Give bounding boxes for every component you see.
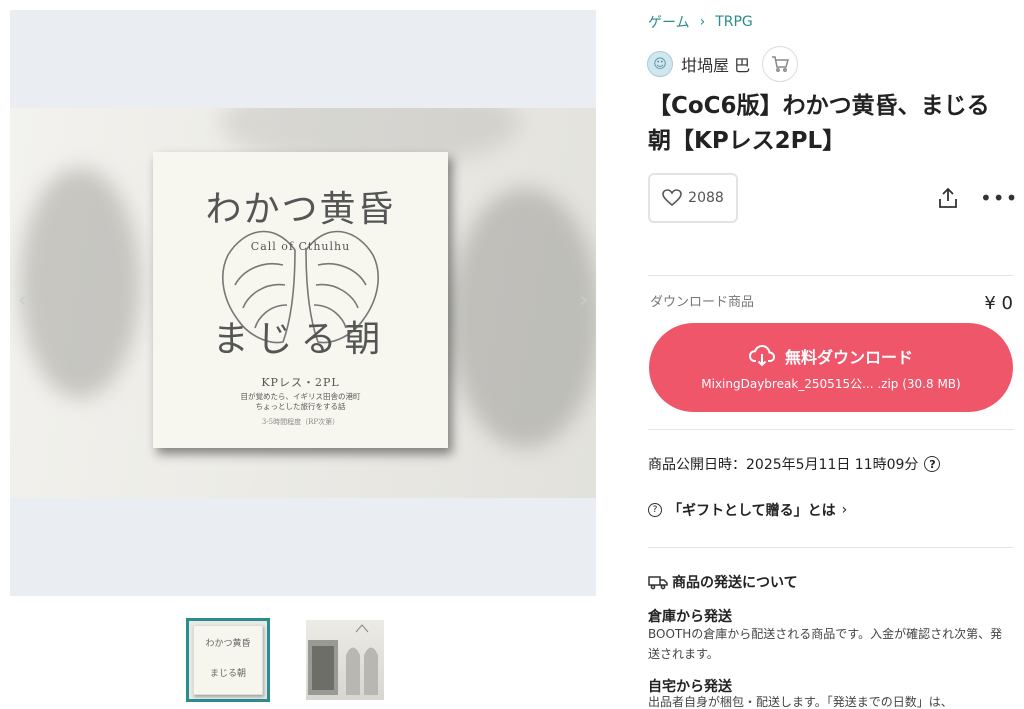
breadcrumb-separator-icon: ›	[699, 14, 706, 30]
gift-info-link[interactable]: ? 「ギフトとして贈る」とは ›	[648, 500, 847, 520]
cover-time-line: 3-5時間程度（RP次第）	[261, 418, 340, 426]
price: ¥ 0	[984, 293, 1013, 314]
like-button[interactable]: 2088	[648, 173, 738, 223]
cover-card: わかつ黄昏 Call of Cthulhu まじる朝 KPレス・2PL 目が覚め…	[153, 152, 448, 448]
cover-description: 目が覚めたら、イギリス田舎の港町 ちょっとした旅行をする話	[153, 392, 448, 412]
truck-icon	[648, 576, 668, 590]
like-count: 2088	[688, 190, 724, 206]
shipping-heading: 商品の発送について	[648, 572, 798, 592]
cover-desc-line: 目が覚めたら、イギリス田舎の港町	[240, 392, 361, 401]
thumbnail-title-top: わかつ黄昏	[205, 639, 251, 649]
publish-date: 商品公開日時：2025年5月11日 11時09分 ?	[648, 454, 941, 474]
cover-kp-line: KPレス・2PL	[261, 376, 340, 389]
home-text: 出品者自身が梱包・配送します。「発送までの日数」は、	[648, 695, 953, 709]
warehouse-title: 倉庫から発送	[648, 609, 732, 625]
thumbnail-2[interactable]	[306, 620, 384, 700]
shipping-heading-text: 商品の発送について	[672, 575, 798, 591]
chevron-right-icon: ›	[841, 502, 848, 518]
shop-name[interactable]: 坩堝屋 巴	[681, 52, 750, 76]
thumbnail-cover: わかつ黄昏 まじる朝	[193, 625, 263, 695]
cover-subtitle: Call of Cthulhu	[250, 240, 351, 253]
cover-desc-line: ちょっとした旅行をする話	[255, 402, 346, 411]
shop-info: ☺ 坩堝屋 巴	[647, 46, 799, 82]
gift-link-text: 「ギフトとして贈る」とは	[668, 503, 836, 519]
question-icon: ?	[648, 503, 662, 517]
share-icon[interactable]	[936, 186, 960, 210]
free-download-button[interactable]: 無料ダウンロード MixingDaybreak_250515公... .zip …	[649, 323, 1013, 412]
heart-icon	[662, 189, 682, 207]
cover-title-bottom: まじる朝	[212, 319, 389, 360]
help-icon[interactable]: ?	[924, 456, 941, 472]
warehouse-text: BOOTHの倉庫から配送される商品です。入金が確認され次第、発送されます。	[648, 627, 1003, 661]
plant-shadow	[20, 168, 140, 398]
breadcrumb-game[interactable]: ゲーム	[648, 12, 690, 32]
cloud-download-icon	[748, 345, 775, 367]
main-product-image[interactable]: わかつ黄昏 Call of Cthulhu まじる朝 KPレス・2PL 目が覚め…	[10, 108, 596, 498]
thumbnail-1[interactable]: わかつ黄昏 まじる朝	[186, 618, 270, 702]
divider	[648, 429, 1014, 430]
breadcrumb-trpg[interactable]: TRPG	[715, 14, 753, 30]
next-image-button[interactable]: ›	[579, 288, 588, 313]
shop-avatar[interactable]: ☺	[647, 51, 673, 77]
cart-icon[interactable]	[762, 46, 799, 82]
image-gallery: わかつ黄昏 Call of Cthulhu まじる朝 KPレス・2PL 目が覚め…	[10, 10, 596, 596]
more-options-icon[interactable]: •••	[980, 186, 1018, 210]
download-button-label: 無料ダウンロード	[784, 348, 913, 367]
thumbnail-title-bottom: まじる朝	[209, 669, 246, 679]
download-product-label: ダウンロード商品	[650, 295, 755, 310]
download-file-name: MixingDaybreak_250515公... .zip (30.8 MB)	[701, 377, 961, 391]
prev-image-button[interactable]: ‹	[18, 288, 27, 313]
download-button-main: 無料ダウンロード	[649, 344, 1013, 368]
thumbnail-scene	[308, 624, 378, 695]
product-title: 【CoC6版】わかつ黄昏、まじる朝【KPレス2PL】	[648, 93, 990, 154]
plant-shadow	[450, 188, 596, 448]
divider	[648, 275, 1014, 276]
breadcrumb: ゲーム › TRPG	[648, 12, 753, 32]
publish-date-text: 商品公開日時：2025年5月11日 11時09分	[648, 457, 919, 473]
divider	[648, 547, 1014, 548]
